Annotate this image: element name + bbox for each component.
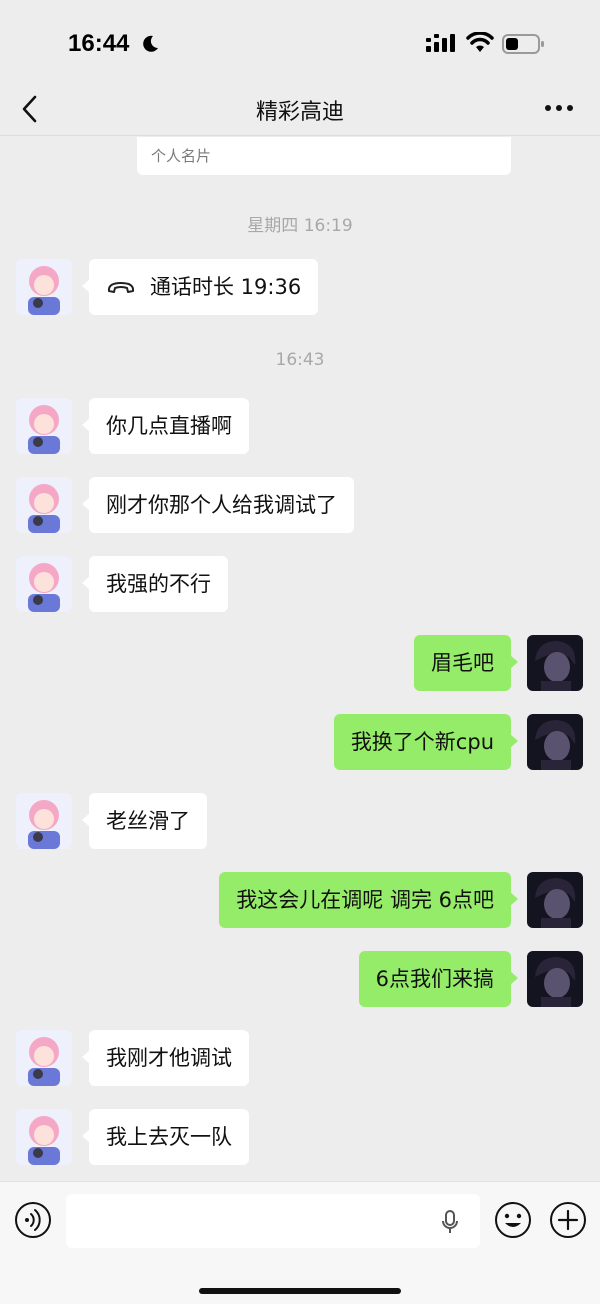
moon-icon bbox=[143, 35, 158, 52]
message-bubble[interactable]: 眉毛吧 bbox=[414, 635, 518, 691]
call-duration: 通话时长 19:36 bbox=[150, 275, 302, 299]
avatar-image bbox=[527, 872, 583, 928]
avatar-image bbox=[16, 1030, 72, 1086]
avatar-image bbox=[527, 714, 583, 770]
contact-card[interactable]: 个人名片 bbox=[137, 137, 511, 175]
signal-icon bbox=[426, 34, 455, 52]
avatar[interactable] bbox=[527, 714, 583, 770]
timestamp: 星期四 16:19 bbox=[247, 216, 353, 236]
avatar-image bbox=[16, 477, 72, 533]
chat-title: 精彩高迪 bbox=[255, 100, 344, 125]
avatar[interactable] bbox=[16, 259, 72, 315]
contact-card-label: 个人名片 bbox=[151, 147, 212, 165]
nav-bar: 精彩高迪 bbox=[0, 84, 600, 136]
call-message[interactable]: 通话时长 19:36 bbox=[81, 259, 319, 315]
avatar[interactable] bbox=[527, 635, 583, 691]
message-bubble[interactable]: 我强的不行 bbox=[82, 556, 228, 612]
avatar[interactable] bbox=[16, 1109, 72, 1165]
avatar[interactable] bbox=[527, 872, 583, 928]
home-indicator[interactable] bbox=[199, 1288, 401, 1294]
status-time: 16:44 bbox=[68, 30, 130, 57]
mic-icon[interactable] bbox=[440, 1209, 460, 1235]
avatar-image bbox=[527, 635, 583, 691]
message-bubble[interactable]: 老丝滑了 bbox=[82, 793, 207, 849]
avatar[interactable] bbox=[16, 556, 72, 612]
emoji-icon[interactable] bbox=[494, 1201, 532, 1239]
plus-icon[interactable] bbox=[549, 1201, 587, 1239]
timestamp: 16:43 bbox=[275, 350, 325, 370]
chat-area[interactable]: 个人名片 星期四 16:19 通话时长 19:36 16:43 你几点直播啊 刚… bbox=[0, 137, 600, 1181]
input-bar bbox=[0, 1181, 600, 1304]
voice-icon[interactable] bbox=[14, 1201, 52, 1239]
status-bar: 16:44 bbox=[0, 0, 600, 84]
avatar[interactable] bbox=[527, 951, 583, 1007]
avatar[interactable] bbox=[16, 398, 72, 454]
avatar-image bbox=[16, 259, 72, 315]
avatar-image bbox=[527, 951, 583, 1007]
more-icon[interactable] bbox=[544, 102, 574, 114]
wifi-icon bbox=[466, 32, 494, 52]
message-input[interactable] bbox=[66, 1194, 480, 1248]
battery-icon bbox=[502, 34, 544, 54]
avatar[interactable] bbox=[16, 1030, 72, 1086]
avatar-image bbox=[16, 556, 72, 612]
message-bubble[interactable]: 我刚才他调试 bbox=[82, 1030, 249, 1086]
avatar-image bbox=[16, 1109, 72, 1165]
message-bubble[interactable]: 你几点直播啊 bbox=[82, 398, 249, 454]
call-icon bbox=[107, 282, 135, 293]
avatar-image bbox=[16, 398, 72, 454]
avatar[interactable] bbox=[16, 477, 72, 533]
avatar[interactable] bbox=[16, 793, 72, 849]
message-bubble[interactable]: 我上去灭一队 bbox=[82, 1109, 249, 1165]
avatar-image bbox=[16, 793, 72, 849]
message-bubble[interactable]: 我换了个新cpu bbox=[333, 714, 519, 770]
message-bubble[interactable]: 6点我们来搞 bbox=[358, 951, 519, 1007]
message-bubble[interactable]: 刚才你那个人给我调试了 bbox=[82, 477, 354, 533]
message-bubble[interactable]: 我这会儿在调呢 调完 6点吧 bbox=[219, 872, 518, 928]
